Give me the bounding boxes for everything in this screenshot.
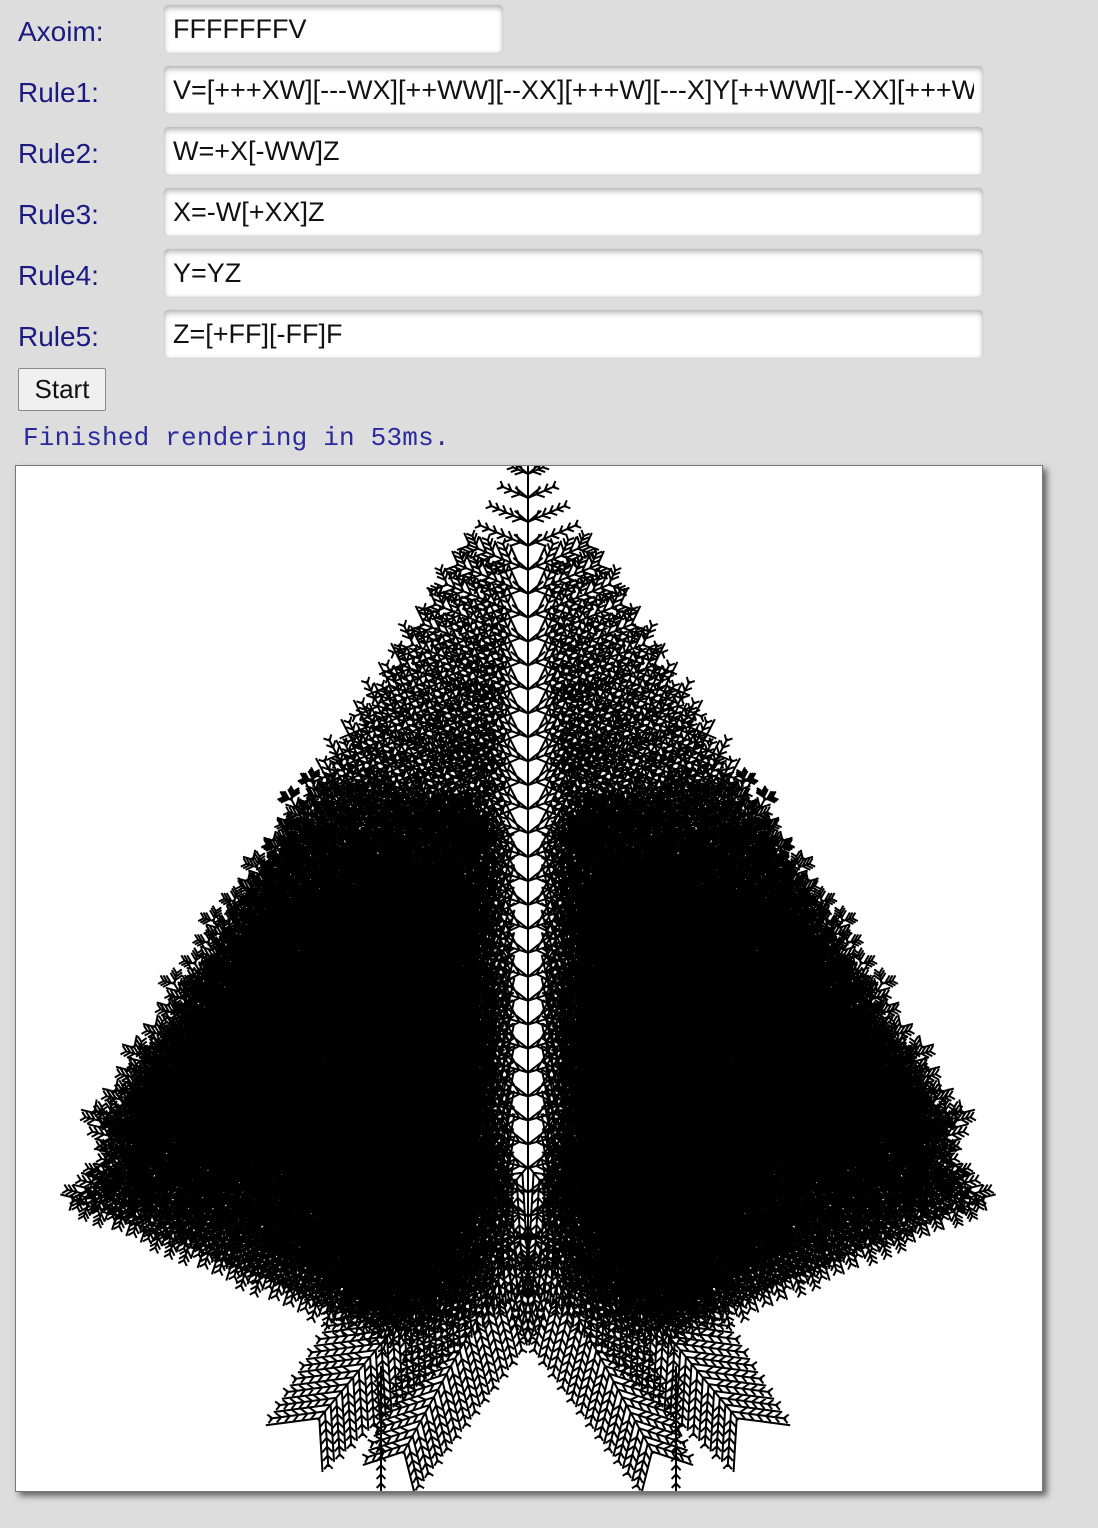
axiom-label: Axoim: bbox=[18, 16, 104, 47]
render-canvas[interactable] bbox=[15, 465, 1043, 1492]
axiom-row: Axoim: bbox=[0, 4, 1098, 56]
rule1-input[interactable] bbox=[163, 65, 984, 115]
rule3-input[interactable] bbox=[163, 187, 984, 237]
rule5-input[interactable] bbox=[163, 309, 984, 359]
rule1-label: Rule1: bbox=[18, 77, 99, 108]
rule3-row: Rule3: bbox=[0, 187, 1098, 239]
rule4-label: Rule4: bbox=[18, 260, 99, 291]
axiom-input[interactable] bbox=[163, 4, 504, 54]
start-button[interactable]: Start bbox=[18, 368, 106, 411]
rule3-label: Rule3: bbox=[18, 199, 99, 230]
tree-branches bbox=[60, 466, 996, 1491]
lsystem-tree-drawing bbox=[60, 466, 996, 1491]
rule2-input[interactable] bbox=[163, 126, 984, 176]
rule5-row: Rule5: bbox=[0, 309, 1098, 361]
rule1-row: Rule1: bbox=[0, 65, 1098, 117]
rule2-row: Rule2: bbox=[0, 126, 1098, 178]
rule5-label: Rule5: bbox=[18, 321, 99, 352]
rule2-label: Rule2: bbox=[18, 138, 99, 169]
rule4-row: Rule4: bbox=[0, 248, 1098, 300]
rule4-input[interactable] bbox=[163, 248, 984, 298]
status-message: Finished rendering in 53ms. bbox=[23, 423, 450, 453]
